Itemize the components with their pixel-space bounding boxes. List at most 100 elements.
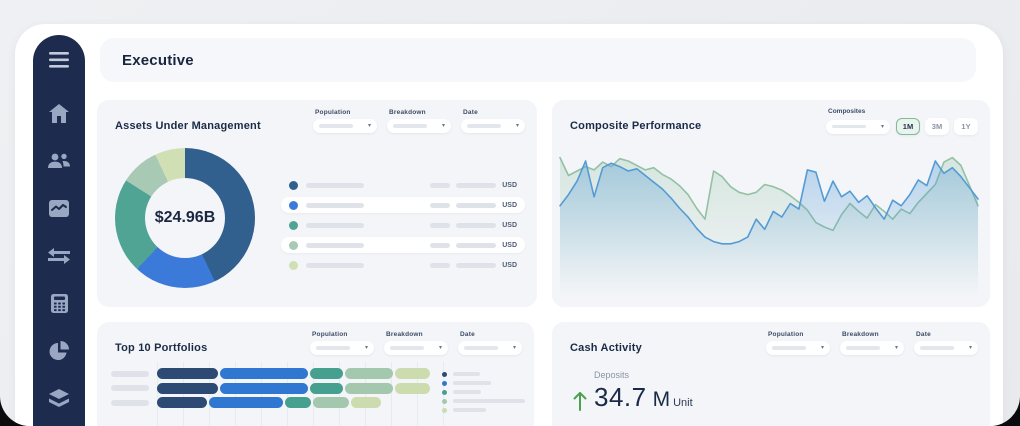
series-color-dot	[289, 181, 298, 190]
deposits-magnitude: M	[653, 388, 671, 412]
select-placeholder	[464, 346, 498, 350]
aum-donut-center: $24.96B	[145, 178, 225, 258]
chevron-down-icon: ▾	[439, 345, 442, 351]
value-placeholder	[430, 223, 450, 228]
cash-filters: Population▾Breakdown▾Date▾	[766, 331, 978, 355]
bar-segment	[395, 368, 430, 379]
composites-select[interactable]: ▾	[826, 120, 890, 134]
legend-label-placeholder	[453, 399, 525, 403]
bar-segment	[313, 397, 349, 408]
currency-label: USD	[502, 202, 517, 209]
card-cash-activity: Cash Activity Population▾Breakdown▾Date▾…	[552, 322, 990, 426]
asset-name-placeholder	[306, 183, 364, 188]
aum-asset-row[interactable]: USD	[281, 217, 525, 233]
bar-segment	[395, 383, 430, 394]
composite-controls: Composites ▾ 1M3M1Y	[826, 108, 978, 135]
legend-label-placeholder	[453, 390, 481, 394]
aum-asset-row[interactable]: USD	[281, 237, 525, 253]
chevron-down-icon: ▾	[368, 123, 371, 129]
aum-asset-row[interactable]: USD	[281, 257, 525, 273]
aum-asset-row[interactable]: USD	[281, 177, 525, 193]
value-placeholder	[456, 223, 496, 228]
sidebar-item-layers[interactable]	[47, 388, 71, 410]
filter-breakdown: Breakdown▾	[387, 109, 451, 133]
bar-segment	[351, 397, 381, 408]
filter-breakdown: Breakdown ▾	[840, 331, 904, 355]
filter-breakdown-select[interactable]: ▾	[387, 119, 451, 133]
legend-item	[442, 408, 528, 413]
filter-label: Date	[463, 109, 525, 116]
filter-breakdown-select[interactable]: ▾	[384, 341, 448, 355]
filter-label: Breakdown	[386, 331, 448, 338]
chevron-down-icon: ▾	[516, 123, 519, 129]
select-placeholder	[393, 124, 427, 128]
cash-card-title: Cash Activity	[570, 342, 642, 354]
bar-segment	[345, 368, 393, 379]
range-button-1y[interactable]: 1Y	[954, 118, 978, 135]
aum-asset-row[interactable]: USD	[281, 197, 525, 213]
portfolio-name-placeholder	[111, 385, 149, 391]
layers-icon	[49, 389, 69, 407]
top10-bar-chart[interactable]	[111, 368, 451, 426]
filter-population: Population ▾	[766, 331, 830, 355]
filter-population-select[interactable]: ▾	[313, 119, 377, 133]
bar-segment	[157, 383, 218, 394]
legend-color-dot	[442, 390, 447, 395]
filter-breakdown-select[interactable]: ▾	[840, 341, 904, 355]
menu-button[interactable]	[47, 49, 71, 71]
bar-segment	[310, 383, 343, 394]
bar-segment	[285, 397, 311, 408]
legend-item	[442, 390, 528, 395]
filter-population-select[interactable]: ▾	[310, 341, 374, 355]
filter-date-select[interactable]: ▾	[914, 341, 978, 355]
filter-date-select[interactable]: ▾	[461, 119, 525, 133]
portfolio-bar-row[interactable]	[111, 397, 451, 408]
filter-label: Breakdown	[842, 331, 904, 338]
legend-color-dot	[442, 399, 447, 404]
filter-population-select[interactable]: ▾	[766, 341, 830, 355]
legend-color-dot	[442, 408, 447, 413]
stacked-bar	[157, 368, 430, 379]
sidebar-item-calculator[interactable]	[47, 293, 71, 315]
composite-line-chart[interactable]	[558, 142, 982, 300]
filter-date: Date ▾	[461, 109, 525, 133]
pie-chart-icon	[49, 341, 69, 361]
range-button-3m[interactable]: 3M	[925, 118, 949, 135]
aum-asset-list: USD USD USD USD USD	[281, 177, 525, 277]
select-placeholder	[390, 346, 424, 350]
bar-segment	[220, 383, 308, 394]
sidebar-item-transactions[interactable]	[47, 245, 71, 267]
portfolio-bar-row[interactable]	[111, 383, 451, 394]
portfolio-chart-icon	[49, 200, 69, 217]
value-placeholder	[456, 183, 496, 188]
sidebar-item-analytics[interactable]	[47, 340, 71, 362]
legend-label-placeholder	[453, 408, 486, 412]
app-canvas: Executive Assets Under Management Popula…	[0, 0, 1020, 426]
sidebar-item-clients[interactable]	[47, 150, 71, 172]
range-button-1m[interactable]: 1M	[896, 118, 920, 135]
filter-label: Population	[315, 109, 377, 116]
legend-color-dot	[442, 372, 447, 377]
value-placeholder	[456, 263, 496, 268]
aum-donut-chart[interactable]: $24.96B	[115, 148, 255, 288]
legend-item	[442, 399, 528, 404]
legend-label-placeholder	[453, 372, 480, 376]
top10-legend	[442, 372, 528, 417]
sidebar-item-portfolios[interactable]	[47, 198, 71, 220]
select-placeholder	[846, 346, 880, 350]
filter-label: Population	[768, 331, 830, 338]
range-toggle-group: 1M 3M 1Y	[896, 118, 978, 135]
value-placeholder	[430, 243, 450, 248]
sidebar-item-home[interactable]	[47, 103, 71, 125]
portfolio-bar-row[interactable]	[111, 368, 451, 379]
value-placeholder	[456, 243, 496, 248]
series-color-dot	[289, 201, 298, 210]
select-placeholder	[832, 125, 866, 129]
value-placeholder	[430, 203, 450, 208]
calculator-icon	[51, 294, 68, 313]
filter-date-select[interactable]: ▾	[458, 341, 522, 355]
chevron-down-icon: ▾	[895, 345, 898, 351]
stacked-bar	[157, 383, 430, 394]
filter-label: Population	[312, 331, 374, 338]
select-placeholder	[467, 124, 501, 128]
